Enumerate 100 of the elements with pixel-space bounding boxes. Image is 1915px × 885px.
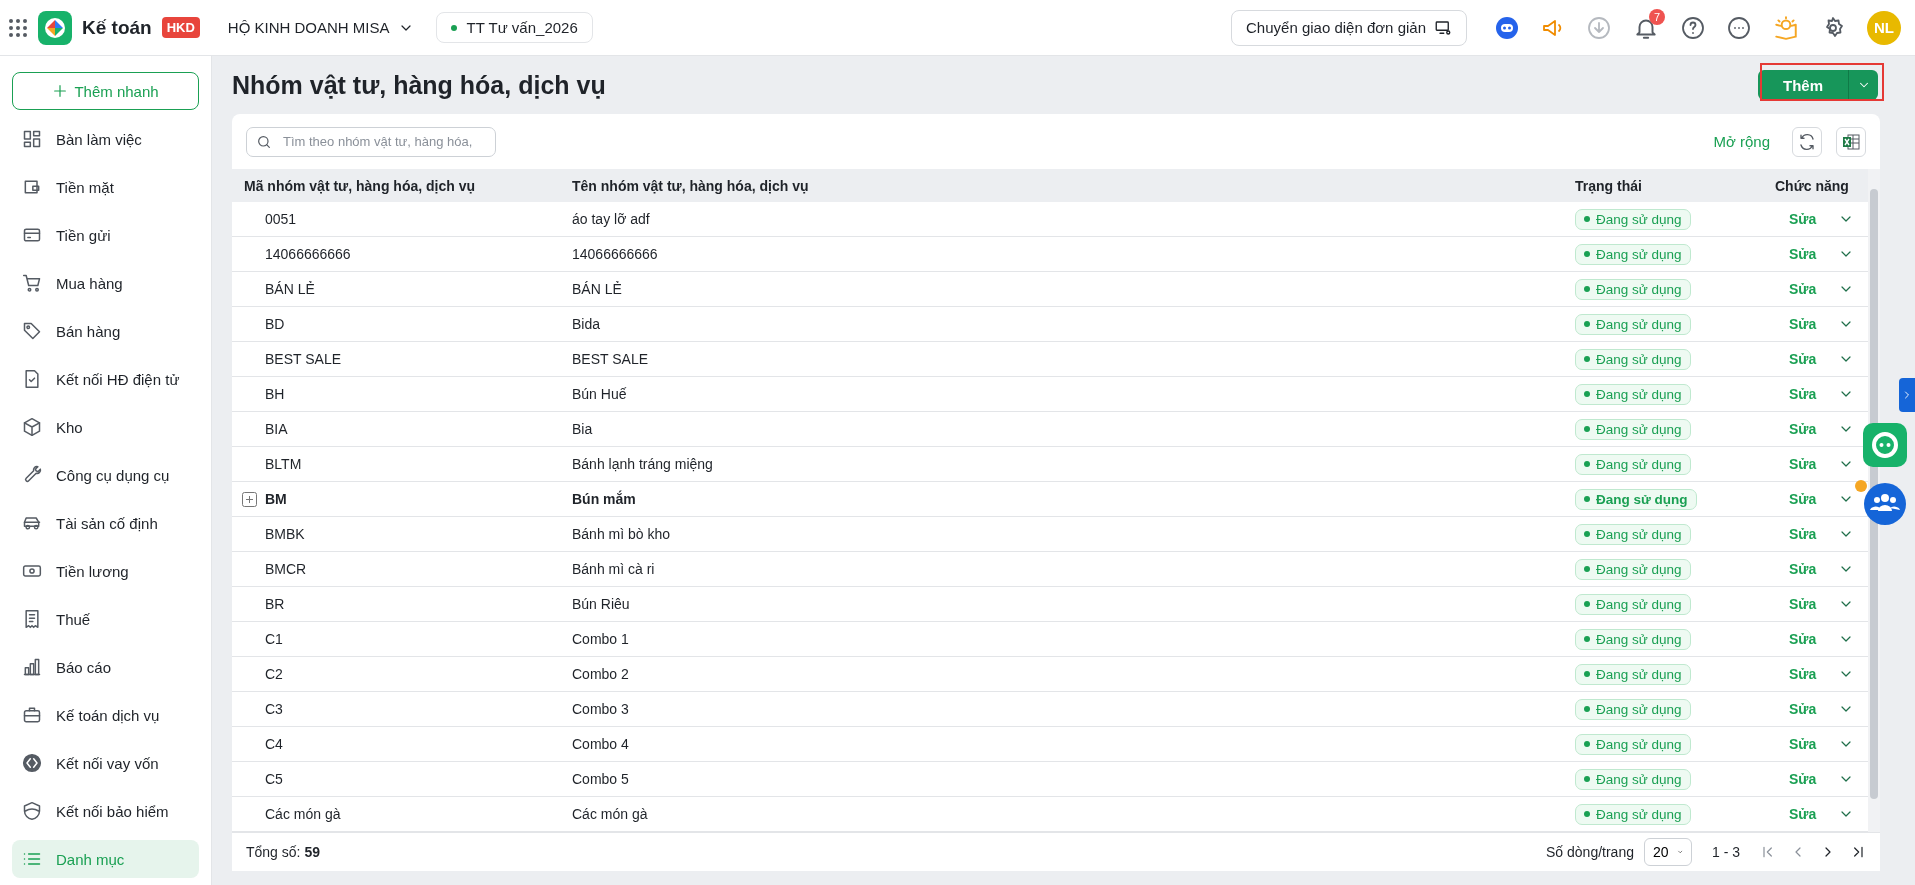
notification-count: 7 [1649, 8, 1665, 25]
plus-icon [52, 83, 69, 99]
edit-link[interactable]: Sửa [1789, 736, 1817, 752]
sidebar-item[interactable]: Mua hàng [12, 264, 199, 302]
receipt-icon [22, 609, 42, 629]
table-cell: 0051 [265, 211, 297, 227]
search-field[interactable]: Tìm theo nhóm vật tư, hàng hóa, [246, 126, 496, 157]
branch-selector[interactable]: TT Tư vấn_2026 [435, 12, 593, 43]
company-dropdown[interactable]: HỘ KINH DOANH MISA [223, 15, 418, 40]
edit-link[interactable]: Sửa [1789, 806, 1817, 822]
box-icon [22, 417, 42, 437]
table-cell: BMBK [265, 526, 305, 542]
page-size-dropdown[interactable]: 20 [1644, 838, 1692, 866]
card-icon [22, 225, 42, 245]
tag-icon [22, 321, 42, 341]
apps-grid-icon[interactable] [8, 17, 28, 38]
table-cell: BMCR [265, 561, 307, 577]
edit-link[interactable]: Sửa [1789, 386, 1817, 402]
column-header: Chức năng [1775, 177, 1849, 194]
table-cell: BÁN LẺ [265, 281, 315, 297]
table-cell: Bánh mì cà ri [572, 561, 655, 577]
sidebar-item[interactable]: Tài sản cố định [12, 504, 199, 542]
page-size-label: Số dòng/trang [1546, 844, 1634, 860]
edit-link[interactable]: Sửa [1789, 561, 1817, 577]
table-cell: Các món gà [572, 806, 648, 822]
add-button[interactable]: Thêm [1758, 70, 1848, 100]
bar-chart-icon [22, 657, 42, 677]
chat-bubble-icon[interactable] [1863, 423, 1907, 467]
table-cell: C5 [265, 771, 283, 787]
help-icon[interactable] [1681, 15, 1705, 40]
edit-link[interactable]: Sửa [1789, 456, 1817, 472]
sidebar-item[interactable]: Kết nối vay vốn [12, 744, 199, 782]
edit-link[interactable]: Sửa [1789, 596, 1817, 612]
status-badge: Đang sử dụng [1575, 733, 1691, 755]
status-badge: Đang sử dụng [1575, 383, 1691, 405]
sidebar-item[interactable]: Kho [12, 408, 199, 446]
table-cell: BD [265, 316, 285, 332]
sidebar-item[interactable]: Kết nối bảo hiểm [12, 792, 199, 830]
table-cell: C1 [265, 631, 283, 647]
edit-link[interactable]: Sửa [1789, 771, 1817, 787]
edit-link[interactable]: Sửa [1789, 491, 1817, 507]
shield-icon [22, 801, 42, 821]
sidebar-item[interactable]: Bàn làm việc [12, 120, 199, 158]
user-avatar[interactable]: NL [1867, 10, 1901, 45]
status-badge: Đang sử dụng [1575, 208, 1691, 230]
status-badge: Đang sử dụng [1575, 558, 1691, 580]
table-cell: Bánh mì bò kho [572, 526, 671, 542]
refresh-button[interactable] [1792, 126, 1822, 157]
sidebar-item[interactable]: Tiền lương [12, 552, 199, 590]
edit-link[interactable]: Sửa [1789, 666, 1817, 682]
excel-export-button[interactable] [1836, 126, 1866, 157]
edit-link[interactable]: Sửa [1789, 421, 1817, 437]
table-cell: BM [265, 491, 287, 507]
table-cell: BLTM [265, 456, 302, 472]
sidebar-item[interactable]: Báo cáo [12, 648, 199, 686]
status-badge: Đang sử dụng [1575, 628, 1691, 650]
expand-plus-icon[interactable] [242, 491, 257, 507]
edit-link[interactable]: Sửa [1789, 526, 1817, 542]
table-cell: Bún Huế [572, 386, 627, 402]
sidebar-item[interactable]: Kế toán dịch vụ [12, 696, 199, 734]
quick-add-button[interactable]: Thêm nhanh [12, 72, 199, 110]
status-badge: Đang sử dụng [1575, 313, 1691, 335]
edit-link[interactable]: Sửa [1789, 316, 1817, 332]
sidebar-item[interactable]: Công cụ dụng cụ [12, 456, 199, 494]
sidebar-item[interactable]: Bán hàng [12, 312, 199, 350]
sidebar-item[interactable]: Thuế [12, 600, 199, 638]
sidebar-item[interactable]: Kết nối HĐ điện tử [12, 360, 199, 398]
edit-link[interactable]: Sửa [1789, 701, 1817, 717]
status-badge: Đang sử dụng [1575, 418, 1691, 440]
robot-icon[interactable] [1495, 15, 1519, 40]
sidebar-item[interactable]: Tiền gửi [12, 216, 199, 254]
status-badge: Đang sử dụng [1575, 453, 1691, 475]
page-range: 1 - 3 [1712, 844, 1740, 860]
wallet-icon [22, 177, 42, 197]
side-panel-toggle[interactable] [1899, 378, 1915, 412]
status-badge: Đang sử dụng [1575, 663, 1691, 685]
app-logo-icon [38, 10, 72, 45]
more-icon[interactable] [1727, 15, 1751, 40]
edit-link[interactable]: Sửa [1789, 211, 1817, 227]
status-badge: Đang sử dụng [1575, 243, 1691, 265]
status-badge: Đang sử dụng [1575, 593, 1691, 615]
sidebar-item[interactable]: Danh mục [12, 840, 199, 878]
sidebar-item[interactable]: Tiền mặt [12, 168, 199, 206]
document-check-icon [22, 369, 42, 389]
status-badge: Đang sử dụng [1575, 698, 1691, 720]
table-cell: Bida [572, 316, 601, 332]
edit-link[interactable]: Sửa [1789, 246, 1817, 262]
table-cell: Combo 2 [572, 666, 629, 682]
simple-mode-button[interactable]: Chuyển giao diện đơn giản [1231, 9, 1467, 46]
community-icon[interactable] [1855, 478, 1907, 526]
status-badge: Đang sử dụng [1575, 348, 1691, 370]
edit-link[interactable]: Sửa [1789, 351, 1817, 367]
status-badge: Đang sử dụng [1575, 803, 1691, 825]
table-cell: BEST SALE [265, 351, 341, 367]
edit-link[interactable]: Sửa [1789, 281, 1817, 297]
table-cell: C2 [265, 666, 283, 682]
expand-link[interactable]: Mở rộng [1713, 133, 1770, 150]
spreadsheet-icon [1842, 132, 1860, 151]
edit-link[interactable]: Sửa [1789, 631, 1817, 647]
page-title: Nhóm vật tư, hàng hóa, dịch vụ [232, 70, 607, 100]
